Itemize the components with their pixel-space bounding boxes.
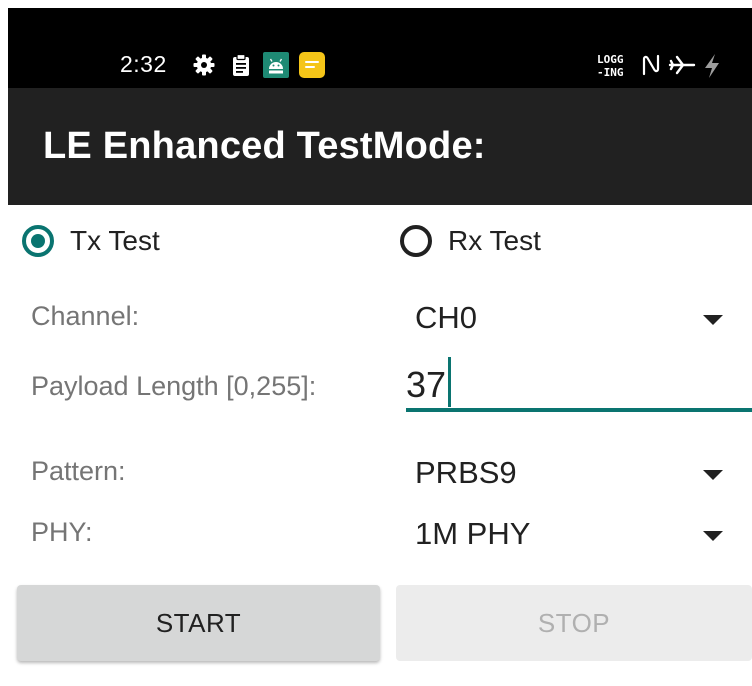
logging-text-line1: LOGG xyxy=(597,53,624,66)
charging-icon xyxy=(702,53,722,78)
nfc-icon xyxy=(639,53,663,77)
radio-tx-test[interactable]: Tx Test xyxy=(22,217,160,265)
payload-length-input[interactable]: 37 xyxy=(406,354,752,412)
phy-label: PHY: xyxy=(31,517,93,547)
app-bar: LE Enhanced TestMode: xyxy=(8,88,752,205)
logging-icon: LOGG -ING xyxy=(596,51,630,79)
dropdown-arrow-icon xyxy=(703,470,723,480)
radio-rx-test[interactable]: Rx Test xyxy=(400,217,541,265)
stop-button[interactable]: STOP xyxy=(396,585,752,661)
message-icon xyxy=(299,52,325,78)
radio-checked-icon[interactable] xyxy=(22,225,54,257)
page-title: LE Enhanced TestMode: xyxy=(43,125,486,167)
radio-tx-label: Tx Test xyxy=(70,225,160,256)
text-cursor xyxy=(448,357,451,407)
pattern-value: PRBS9 xyxy=(415,455,517,490)
pattern-dropdown[interactable]: PRBS9 xyxy=(415,447,745,497)
start-button[interactable]: START xyxy=(17,585,380,661)
payload-length-label: Payload Length [0,255]: xyxy=(31,371,317,401)
pattern-label: Pattern: xyxy=(31,456,126,486)
clipboard-icon xyxy=(229,53,253,77)
channel-value: CH0 xyxy=(415,300,478,335)
payload-length-value: 37 xyxy=(406,364,447,405)
logging-text-line2: -ING xyxy=(597,66,624,79)
channel-dropdown[interactable]: CH0 xyxy=(415,292,745,342)
radio-unchecked-icon[interactable] xyxy=(400,225,432,257)
phy-dropdown[interactable]: 1M PHY xyxy=(415,508,745,558)
status-time: 2:32 xyxy=(120,51,167,77)
radio-rx-label: Rx Test xyxy=(448,225,541,256)
android-app-icon xyxy=(263,52,289,78)
phy-value: 1M PHY xyxy=(415,516,531,551)
gear-icon xyxy=(192,53,216,77)
airplane-icon xyxy=(668,53,696,77)
status-bar: 2:32 LOGG -ING xyxy=(8,8,752,88)
dropdown-arrow-icon xyxy=(703,531,723,541)
dropdown-arrow-icon xyxy=(703,315,723,325)
channel-label: Channel: xyxy=(31,301,140,331)
